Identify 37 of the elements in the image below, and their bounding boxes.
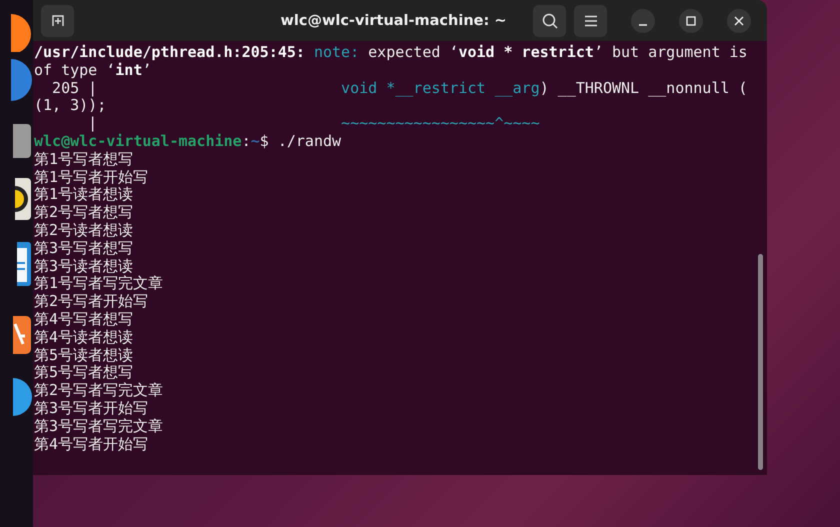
terminal-line: 第3号写者开始写: [34, 400, 150, 418]
terminal-line: | ~~~~~~~~~~~~~~~~~^~~~~: [87, 115, 541, 133]
terminal-line: 第2号写者开始写: [34, 293, 150, 311]
terminal-line: /usr/include/pthread.h:205:45: note: expected ‘void * restrict’ but argument is: [34, 44, 748, 62]
maximize-icon: [686, 16, 696, 26]
new-tab-button[interactable]: [41, 4, 74, 36]
close-button[interactable]: [727, 8, 751, 32]
new-tab-icon: [50, 14, 64, 28]
minimize-icon: [638, 24, 648, 26]
terminal-line: 第1号读者想读: [34, 186, 134, 204]
window-title: wlc@wlc-virtual-machine: ~: [280, 12, 508, 28]
search-icon: [542, 12, 558, 28]
terminal-line: 第2号写者想写: [34, 204, 134, 222]
menu-button[interactable]: [574, 4, 607, 36]
terminal-line: 第3号读者想读: [34, 258, 134, 275]
close-icon: [734, 16, 744, 26]
maximize-button[interactable]: [679, 8, 703, 32]
menu-icon: [584, 14, 598, 26]
terminal-line: 第1号写者开始写: [34, 168, 150, 186]
terminal-line: 第4号读者想读: [34, 328, 134, 347]
terminal-line: 第1号写者写完文章: [34, 275, 164, 294]
terminal-line: 第2号写者写完文章: [34, 382, 164, 400]
terminal-line: 205 | void *__restrict __arg) __THROWNL __nonnull (: [51, 80, 748, 98]
search-button[interactable]: [533, 4, 566, 36]
scrollbar[interactable]: [758, 254, 763, 470]
terminal-line: (1, 3));: [34, 97, 108, 116]
terminal-line: wlc@wlc-virtual-machine:~$ ./randw: [34, 132, 342, 151]
terminal-line: 第5号写者想写: [34, 364, 134, 382]
terminal-line: 第2号读者想读: [34, 222, 134, 240]
terminal-line: 第4号写者想写: [34, 310, 134, 329]
terminal-line: 第3号写者想写: [34, 240, 134, 258]
terminal-line: of type ‘int’: [34, 62, 152, 80]
terminal-line: 第4号写者开始写: [34, 436, 150, 454]
terminal-line: 第3号写者写完文章: [34, 418, 164, 436]
terminal-line: 第1号写者想写: [34, 150, 134, 169]
terminal-line: 第5号读者想读: [34, 346, 134, 364]
minimize-button[interactable]: [631, 8, 655, 32]
